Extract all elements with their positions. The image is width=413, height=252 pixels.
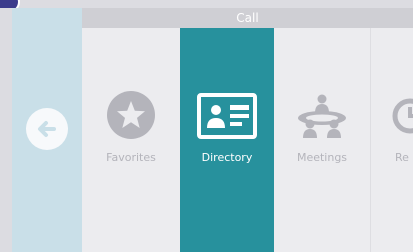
menu-item-label: Re xyxy=(395,151,409,164)
arrow-left-icon xyxy=(38,121,56,137)
contact-card-icon xyxy=(197,93,257,143)
menu-item-label: Directory xyxy=(201,151,253,164)
menu-item-label: Favorites xyxy=(106,151,156,164)
call-screen: Call Favorites Directory Meetings Re xyxy=(0,0,413,252)
meeting-people-icon xyxy=(296,94,348,144)
star-icon xyxy=(107,91,155,143)
call-menu: Favorites Directory Meetings Re xyxy=(82,28,413,252)
menu-item-label: Meetings xyxy=(296,151,348,164)
menu-item-recents[interactable]: Re xyxy=(371,28,413,252)
menu-item-directory[interactable]: Directory xyxy=(180,28,274,252)
left-border xyxy=(0,8,12,252)
menu-item-favorites[interactable]: Favorites xyxy=(82,28,180,252)
back-button[interactable] xyxy=(26,108,68,150)
clock-icon xyxy=(390,96,413,140)
menu-item-meetings[interactable]: Meetings xyxy=(274,28,370,252)
page-title: Call xyxy=(82,8,413,28)
